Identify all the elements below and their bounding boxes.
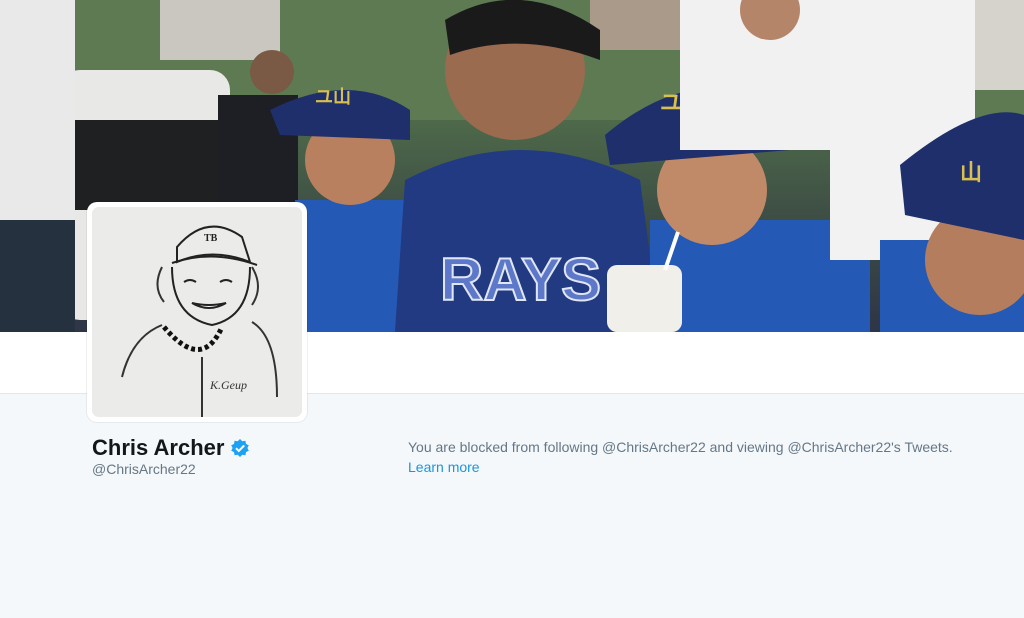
profile-name[interactable]: Chris Archer (92, 434, 224, 462)
profile-screen-name[interactable]: @ChrisArcher22 (92, 460, 196, 478)
learn-more-link[interactable]: Learn more (408, 457, 480, 477)
verified-badge-icon (230, 438, 250, 458)
avatar[interactable]: TB K.Geup (87, 202, 307, 422)
svg-text:山: 山 (960, 160, 982, 185)
profile-canvas (0, 394, 1024, 618)
svg-text:TB: TB (204, 233, 218, 244)
svg-text:RAYS: RAYS (440, 246, 601, 313)
avatar-sketch-icon: TB K.Geup (92, 207, 302, 417)
avatar-image: TB K.Geup (92, 207, 302, 417)
svg-text:ユ山: ユ山 (315, 87, 351, 107)
svg-text:K.Geup: K.Geup (209, 378, 247, 392)
blocked-message: You are blocked from following @ChrisArc… (408, 437, 1008, 477)
profile-name-row: Chris Archer (92, 434, 250, 462)
profile-page: ユ山 RAYS ユ山 山 (0, 0, 1024, 618)
blocked-text: You are blocked from following @ChrisArc… (408, 439, 953, 455)
